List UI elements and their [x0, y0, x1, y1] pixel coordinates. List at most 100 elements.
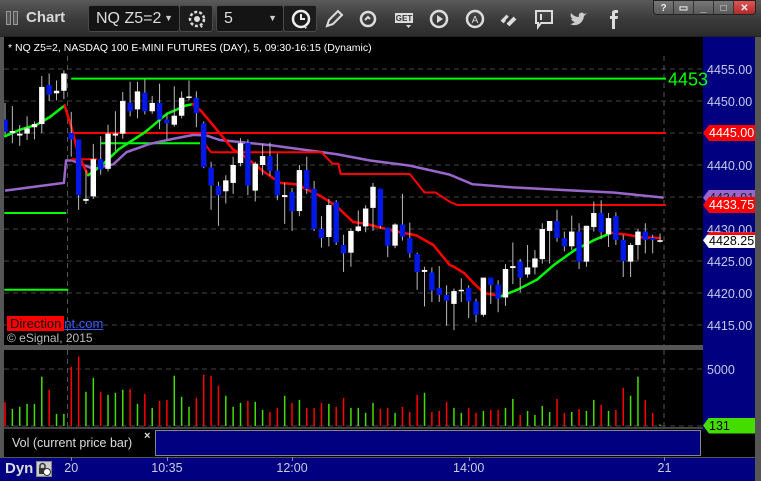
candle-body	[649, 237, 656, 240]
candle-body	[149, 102, 155, 112]
candle-body	[348, 230, 354, 253]
candle-body	[539, 229, 545, 260]
candle-body	[657, 240, 663, 242]
candle-body	[583, 225, 590, 262]
candle-body	[355, 226, 361, 231]
candle-body	[554, 221, 560, 238]
candle-body	[326, 205, 332, 237]
time-axis[interactable]: Dyn 20 10:35 12:00 14:00 21	[0, 457, 755, 481]
candle-body	[576, 231, 582, 262]
candle	[201, 121, 207, 169]
y-tick-label: 4450.00	[707, 95, 752, 109]
candle-body	[164, 119, 170, 124]
candle-body	[120, 101, 126, 134]
candle-body	[333, 202, 339, 243]
candle-body	[259, 156, 266, 165]
watermark: Direction nt.com	[7, 316, 103, 331]
candle-body	[370, 186, 376, 208]
candle-body	[436, 287, 442, 295]
candle-body	[377, 188, 384, 226]
candle-body	[443, 294, 450, 301]
price-tag: 4445.00	[703, 125, 755, 141]
candle-body	[429, 272, 435, 291]
candle-body	[281, 195, 288, 197]
candle-body	[75, 139, 82, 196]
candle	[539, 223, 545, 264]
y-tick-label: 4420.00	[707, 287, 752, 301]
watermark-brand-box: Direction	[7, 316, 65, 331]
time-label: 14:00	[453, 461, 485, 475]
panel-divider	[4, 345, 703, 350]
watermark-link[interactable]: nt.com	[64, 316, 103, 331]
candle-body	[340, 245, 347, 254]
y-tick-label: 4425.00	[707, 255, 752, 269]
y-tick-label: 4455.00	[707, 63, 752, 77]
candle-body	[9, 131, 16, 133]
candle-body	[252, 163, 258, 191]
time-label: 10:35	[151, 461, 183, 475]
y-tick-label: 4415.00	[707, 319, 752, 333]
candle-body	[635, 231, 641, 245]
candle-body	[193, 97, 200, 114]
candle-body	[304, 170, 310, 189]
candle-body	[569, 231, 575, 247]
candle-body	[186, 96, 192, 99]
candle-body	[627, 245, 634, 262]
price-chart[interactable]: 4455.004450.004445.004440.004435.004430.…	[0, 0, 761, 457]
volume-study-label: Vol (current price bar)	[4, 430, 155, 456]
time-label: 12:00	[276, 461, 308, 475]
candle-body	[613, 216, 619, 240]
candle	[480, 277, 487, 317]
candle-body	[524, 267, 531, 275]
candle-body	[237, 143, 244, 164]
candle-body	[517, 261, 523, 278]
candle-body	[591, 213, 597, 228]
candle-body	[83, 198, 89, 201]
candle-body	[502, 269, 509, 298]
lock-clock-icon[interactable]	[36, 461, 52, 477]
candle-body	[156, 102, 163, 120]
level-label: 4453	[668, 70, 708, 90]
left-border	[0, 37, 4, 457]
time-label: 21	[657, 461, 672, 475]
candle-body	[598, 213, 604, 233]
copyright-text: © eSignal, 2015	[7, 331, 93, 345]
candle-body	[134, 91, 141, 110]
candle-body	[127, 102, 133, 112]
candle-body	[458, 289, 465, 292]
candle-body	[311, 188, 317, 229]
candle-body	[546, 221, 553, 231]
candle-body	[53, 90, 60, 94]
candle-body	[451, 291, 457, 304]
candle-body	[362, 208, 369, 227]
candle	[333, 200, 339, 245]
price-tag: 4433.75	[703, 197, 755, 213]
candle-body	[245, 142, 251, 186]
candle	[392, 223, 398, 249]
candle-body	[414, 253, 420, 272]
candle-body	[208, 167, 214, 186]
candle-body	[274, 170, 281, 196]
volume-current-tag: 131	[703, 417, 755, 434]
candle-body	[296, 170, 303, 212]
candle-body	[90, 159, 97, 197]
candle-body	[61, 73, 67, 91]
candle-body	[620, 239, 626, 261]
candle-body	[605, 218, 612, 235]
candle-body	[532, 258, 538, 268]
candle-body	[46, 85, 52, 95]
candle-body	[230, 165, 236, 183]
candle-body	[480, 277, 487, 315]
candle-body	[178, 97, 185, 116]
time-label: 20	[64, 461, 79, 475]
candle-body	[31, 124, 38, 128]
candle-body	[105, 133, 111, 169]
candle-body	[97, 159, 104, 170]
y-tick-label: 4440.00	[707, 159, 752, 173]
candle-body	[399, 224, 406, 237]
candle-body	[488, 277, 494, 285]
candle-body	[289, 191, 295, 212]
volume-study-close-button[interactable]: ×	[144, 430, 150, 442]
dynamic-mode-label[interactable]: Dyn	[5, 460, 33, 477]
candle-body	[385, 227, 391, 246]
